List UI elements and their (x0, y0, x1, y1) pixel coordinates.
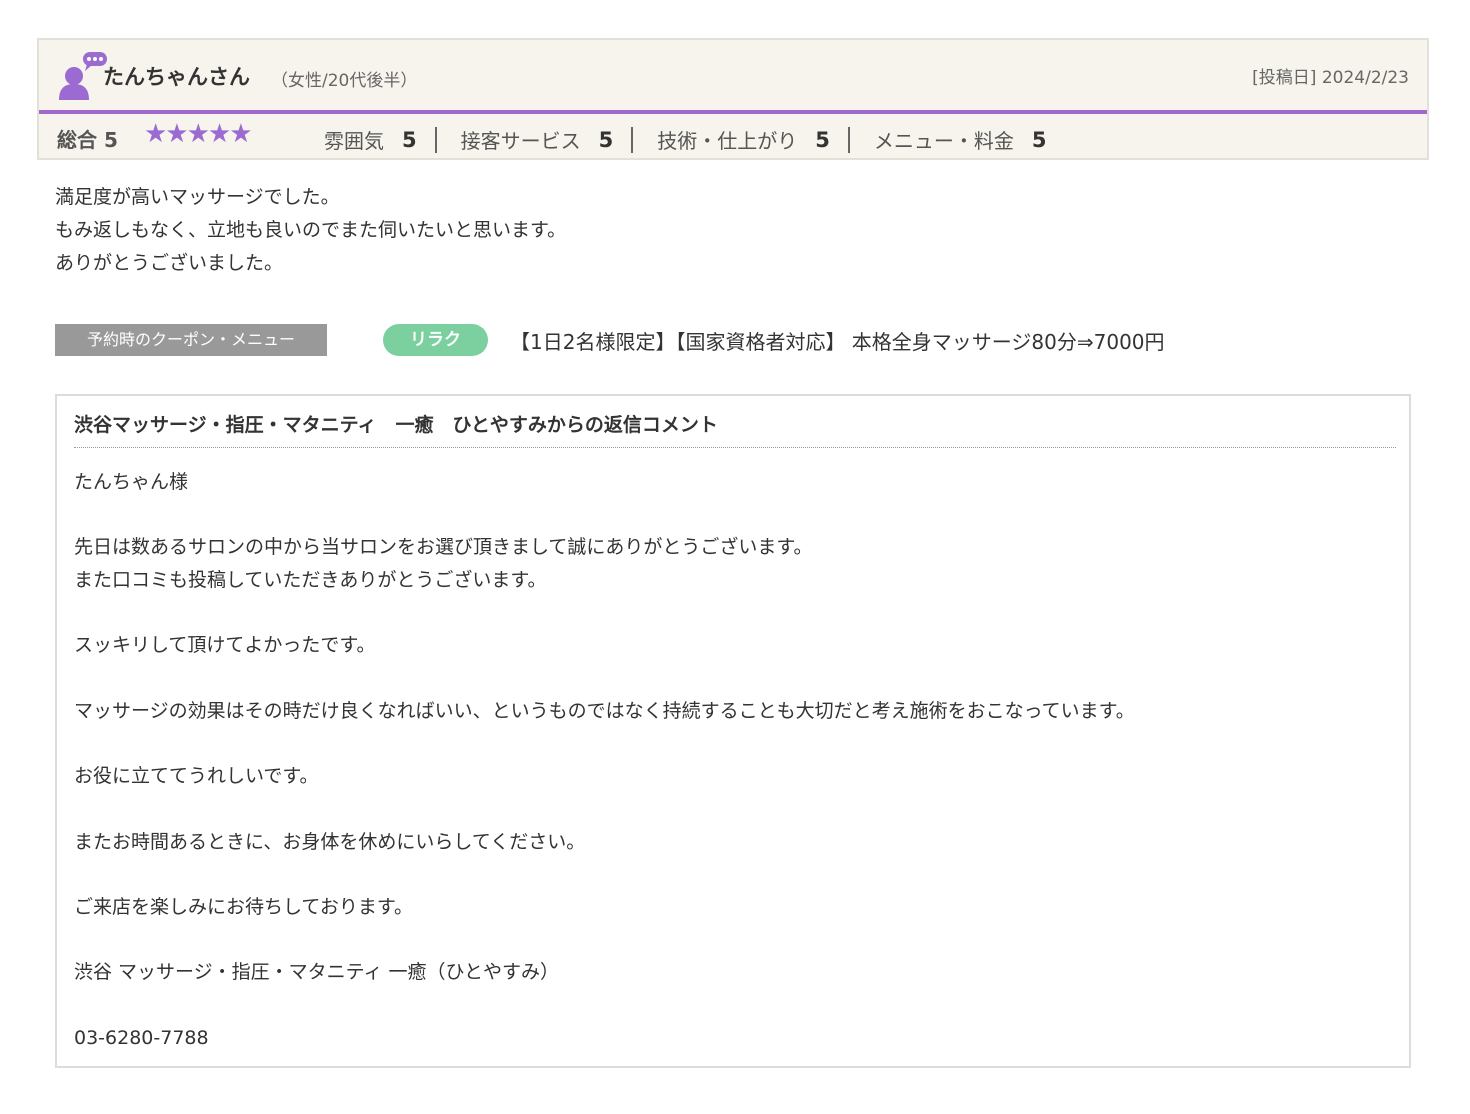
overall-rating-label: 総合 5 (57, 128, 118, 152)
reply-line: またお時間あるときに、お身体を休めにいらしてください。 (74, 830, 586, 853)
review-header: たんちゃんさん （女性/20代後半） [投稿日] 2024/2/23 (39, 40, 1427, 114)
reply-line: ご来店を楽しみにお待ちしております。 (74, 895, 413, 918)
reply-title: 渋谷マッサージ・指圧・マタニティ 一癒 ひとやすみからの返信コメント (74, 414, 718, 436)
reply-line: たんちゃん様 (74, 471, 189, 493)
reply-line: お役に立ててうれしいです。 (74, 765, 319, 788)
overall-star-rating: ★★★★★ (144, 119, 253, 149)
reply-line: また口コミも投稿していただきありがとうございます。 (74, 569, 547, 592)
reply-line (74, 858, 1135, 891)
rating-row: 総合 5 ★★★★★ 雰囲気 5 接客サービス 5 技術・仕上がり 5 メニュー… (39, 114, 1427, 158)
sub-rating-label: 接客サービス (460, 129, 581, 153)
reply-line: マッサージの効果はその時だけ良くなればいい、というものではなく持続することも大切… (74, 699, 1135, 722)
reply-divider (74, 447, 1396, 448)
sub-rating-menu-price: メニュー・料金 5 (874, 125, 1047, 154)
review-text-line: もみ返しもなく、立地も良いのでまた伺いたいと思います。 (55, 219, 567, 241)
sub-rating-score: 5 (598, 127, 614, 152)
sub-rating-score: 5 (1031, 127, 1047, 152)
coupon-section-label: 予約時のクーポン・メニュー (55, 324, 327, 356)
reply-line (74, 728, 1135, 761)
sub-rating-service: 接客サービス 5 (461, 125, 614, 154)
reviewer-name: たんちゃんさん (103, 65, 250, 89)
reply-line (74, 597, 1135, 630)
coupon-category-badge: リラク (383, 324, 488, 356)
sub-ratings: 雰囲気 5 接客サービス 5 技術・仕上がり 5 メニュー・料金 5 (324, 125, 1047, 154)
reply-line (74, 989, 1135, 1022)
sub-rating-score: 5 (402, 127, 417, 152)
sub-rating-label: 雰囲気 (324, 129, 384, 153)
reply-body: たんちゃん様 先日は数あるサロンの中から当サロンをお選び頂きまして誠にありがとう… (74, 466, 1135, 1054)
reviewer-attributes: （女性/20代後半） (271, 71, 418, 91)
sub-rating-label: 技術・仕上がり (657, 129, 798, 153)
reply-line: スッキリして頂けてよかったです。 (74, 634, 376, 657)
reply-line: 渋谷 マッサージ・指圧・マタニティ 一癒（ひとやすみ） (74, 961, 559, 984)
sub-rating-score: 5 (815, 127, 830, 152)
rating-separator (434, 126, 437, 153)
reply-line (74, 793, 1135, 826)
sub-rating-atmosphere: 雰囲気 5 (324, 125, 417, 154)
review-body: 満足度が高いマッサージでした。 もみ返しもなく、立地も良いのでまた伺いたいと思い… (55, 181, 566, 280)
reviewer-avatar-icon (59, 52, 107, 100)
reply-line (74, 662, 1135, 695)
rating-separator (847, 126, 850, 153)
review-text-line: ありがとうございました。 (55, 252, 284, 274)
post-date: [投稿日] 2024/2/23 (1252, 68, 1409, 88)
review-text-line: 満足度が高いマッサージでした。 (55, 186, 340, 208)
reply-line: 先日は数あるサロンの中から当サロンをお選び頂きまして誠にありがとうございます。 (74, 536, 813, 559)
review-card: たんちゃんさん （女性/20代後半） [投稿日] 2024/2/23 総合 5 … (37, 38, 1429, 160)
rating-separator (631, 126, 634, 153)
sub-rating-technique: 技術・仕上がり 5 (657, 125, 830, 154)
coupon-name: 【1日2名様限定】【国家資格者対応】 本格全身マッサージ80分⇒7000円 (510, 330, 1165, 354)
reply-line (74, 924, 1135, 957)
reply-line (74, 499, 1135, 532)
sub-rating-label: メニュー・料金 (873, 129, 1014, 153)
reply-box: 渋谷マッサージ・指圧・マタニティ 一癒 ひとやすみからの返信コメント たんちゃん… (55, 394, 1411, 1068)
reply-line: 03-6280-7788 (74, 1026, 209, 1049)
